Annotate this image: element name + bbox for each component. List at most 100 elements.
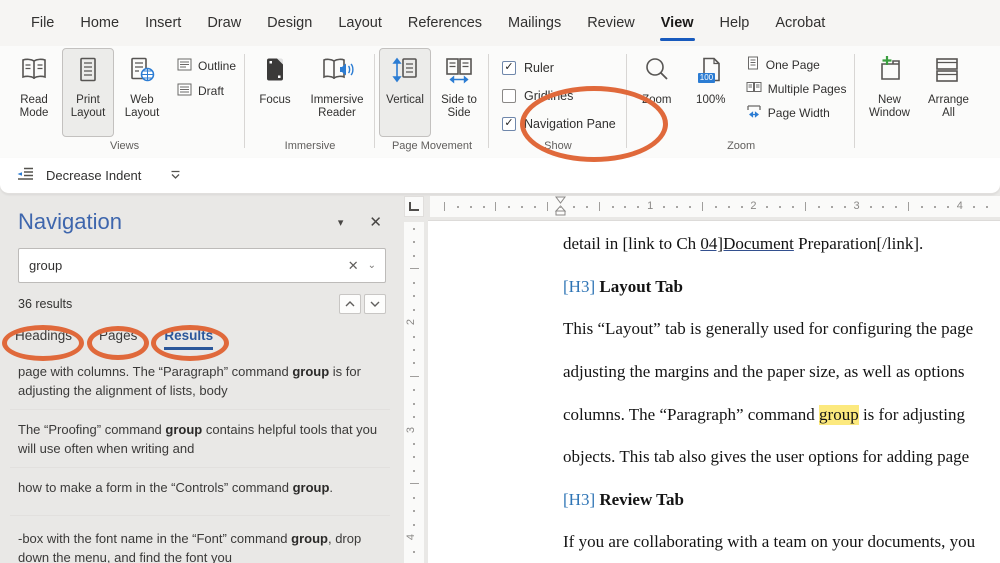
v-ruler-mark [413, 550, 415, 553]
document-line: adjusting the margins and the paper size… [428, 351, 1000, 394]
v-ruler-mark: 2 [405, 318, 418, 326]
menu-tab-label: Review [587, 15, 635, 31]
text-segment: columns. The “Paragraph” command [563, 404, 820, 424]
h-ruler-mark [766, 206, 769, 208]
indent-markers[interactable] [554, 196, 567, 222]
side-to-side-button[interactable]: Side to Side [433, 48, 485, 137]
pane-options-dropdown-icon[interactable]: ▾ [338, 216, 344, 229]
nav-tab-headings[interactable]: Headings [15, 328, 72, 350]
one-page-button[interactable]: One Page [746, 56, 847, 73]
navigation-tabs: Headings Pages Results [15, 328, 400, 350]
menu-tab-design[interactable]: Design [254, 0, 325, 46]
v-ruler-mark [413, 241, 415, 244]
vertical-icon [390, 56, 420, 89]
navigation-search-box[interactable]: group ✕ ⌄ [18, 248, 386, 283]
text-segment: is for adjusting [858, 404, 965, 424]
text-segment: If you are collaborating with a team on … [563, 532, 976, 552]
decrease-indent-icon[interactable] [16, 166, 35, 185]
checked-checkbox-icon[interactable]: ✓ [502, 116, 517, 131]
document-page[interactable]: detail in [link to Ch 04]Document Prepar… [428, 220, 1000, 563]
ribbon-group-views: Read Mode Print Layout Web Layout Outlin… [4, 46, 246, 158]
h-ruler-mark [740, 206, 743, 208]
vertical-label: Vertical [386, 94, 424, 106]
page-width-button[interactable]: Page Width [746, 104, 847, 121]
document-text: detail in [link to Ch 04]Document Prepar… [428, 221, 1000, 563]
menu-tab-label: Layout [338, 15, 382, 31]
focus-button[interactable]: Focus [249, 48, 301, 137]
search-input[interactable]: group [29, 258, 339, 273]
text-segment: [H3] [563, 489, 600, 509]
h-ruler-mark [817, 206, 820, 208]
search-clear-icon[interactable]: ✕ [348, 258, 359, 274]
search-result-item[interactable]: page with columns. The “Paragraph” comma… [10, 352, 390, 409]
menu-tab-home[interactable]: Home [67, 0, 132, 46]
search-results-list: page with columns. The “Paragraph” comma… [10, 352, 390, 563]
menu-tab-review[interactable]: Review [574, 0, 648, 46]
one-page-icon [746, 56, 760, 73]
arrange-all-button[interactable]: Arrange All [921, 48, 975, 156]
immersive-reader-button[interactable]: Immersive Reader [303, 48, 371, 137]
h-ruler-mark [469, 206, 472, 208]
v-ruler-mark [413, 496, 415, 499]
search-result-item[interactable]: -box with the font name in the “Font” co… [10, 515, 390, 563]
read-mode-label: Read Mode [19, 94, 49, 119]
decrease-indent-label[interactable]: Decrease Indent [46, 168, 141, 183]
search-options-chevron-icon[interactable]: ⌄ [368, 260, 376, 271]
horizontal-ruler[interactable]: 1 2 3 4 [430, 196, 1000, 217]
unchecked-checkbox-icon[interactable] [502, 88, 517, 103]
checkbox-navigation-pane[interactable]: ✓ Navigation Pane [502, 113, 616, 134]
h-ruler-mark [534, 206, 537, 208]
menu-tab-draw[interactable]: Draw [194, 0, 254, 46]
nav-tab-pages[interactable]: Pages [99, 328, 137, 350]
menu-tab-references[interactable]: References [395, 0, 495, 46]
multiple-pages-button[interactable]: Multiple Pages [746, 80, 846, 97]
text-segment: This “Layout” tab is generally used for … [563, 319, 974, 339]
v-ruler-mark [413, 456, 415, 459]
print-layout-button[interactable]: Print Layout [62, 48, 114, 137]
zoom-button[interactable]: Zoom [631, 48, 683, 137]
immersive-reader-label: Immersive Reader [310, 94, 364, 119]
web-layout-button[interactable]: Web Layout [116, 48, 168, 137]
ribbon-group-show: ✓ Ruler Gridlines ✓ Navigation Pane Show [489, 46, 627, 158]
menu-tab-acrobat[interactable]: Acrobat [762, 0, 838, 46]
ribbon: Read Mode Print Layout Web Layout Outlin… [0, 46, 1000, 159]
h-ruler-mark [869, 206, 872, 208]
vertical-button[interactable]: Vertical [379, 48, 432, 137]
checkbox-ruler[interactable]: ✓ Ruler [502, 57, 616, 78]
menu-tab-label: View [660, 15, 694, 31]
menu-tab-help[interactable]: Help [707, 0, 763, 46]
pane-close-icon[interactable]: ✕ [369, 213, 382, 231]
document-line: objects. This tab also gives the user op… [428, 436, 1000, 479]
ribbon-options-chevron-icon[interactable] [170, 168, 181, 183]
menu-tab-view[interactable]: View [648, 0, 707, 46]
menu-tab-mailings[interactable]: Mailings [495, 0, 574, 46]
new-window-button[interactable]: New Window [859, 48, 919, 156]
text-segment: detail in [link to Ch [563, 234, 701, 254]
show-group-items: ✓ Ruler Gridlines ✓ Navigation Pane [492, 46, 624, 139]
menu-tab-layout[interactable]: Layout [325, 0, 395, 46]
h-ruler-mark [972, 206, 975, 208]
nav-tab-results[interactable]: Results [164, 328, 214, 350]
checkbox-gridlines[interactable]: Gridlines [502, 85, 616, 106]
read-mode-button[interactable]: Read Mode [8, 48, 60, 137]
menu-tab-insert[interactable]: Insert [132, 0, 194, 46]
next-result-button[interactable] [364, 294, 386, 314]
h-ruler-mark [521, 206, 524, 208]
search-result-item[interactable]: The “Proofing” command group contains he… [10, 409, 390, 467]
vertical-ruler[interactable]: 2 3 4 [404, 222, 424, 563]
previous-result-button[interactable] [339, 294, 361, 314]
h-ruler-mark [482, 206, 485, 208]
zoom-100-button[interactable]: 100 100% [685, 48, 737, 137]
text-segment: group [292, 364, 330, 379]
menu-tab-file[interactable]: File [18, 0, 67, 46]
menu-tab-label: Mailings [508, 15, 562, 31]
ruler-corner-box[interactable] [404, 196, 424, 217]
active-tab-underline [659, 38, 695, 41]
draft-button[interactable]: Draft [177, 83, 236, 99]
search-result-item[interactable]: how to make a form in the “Controls” com… [10, 467, 390, 515]
h-ruler-mark: 1 [647, 200, 654, 212]
outline-button[interactable]: Outline [177, 58, 236, 74]
checked-checkbox-icon[interactable]: ✓ [502, 60, 517, 75]
h-ruler-mark [701, 202, 703, 211]
v-ruler-mark [413, 362, 415, 365]
